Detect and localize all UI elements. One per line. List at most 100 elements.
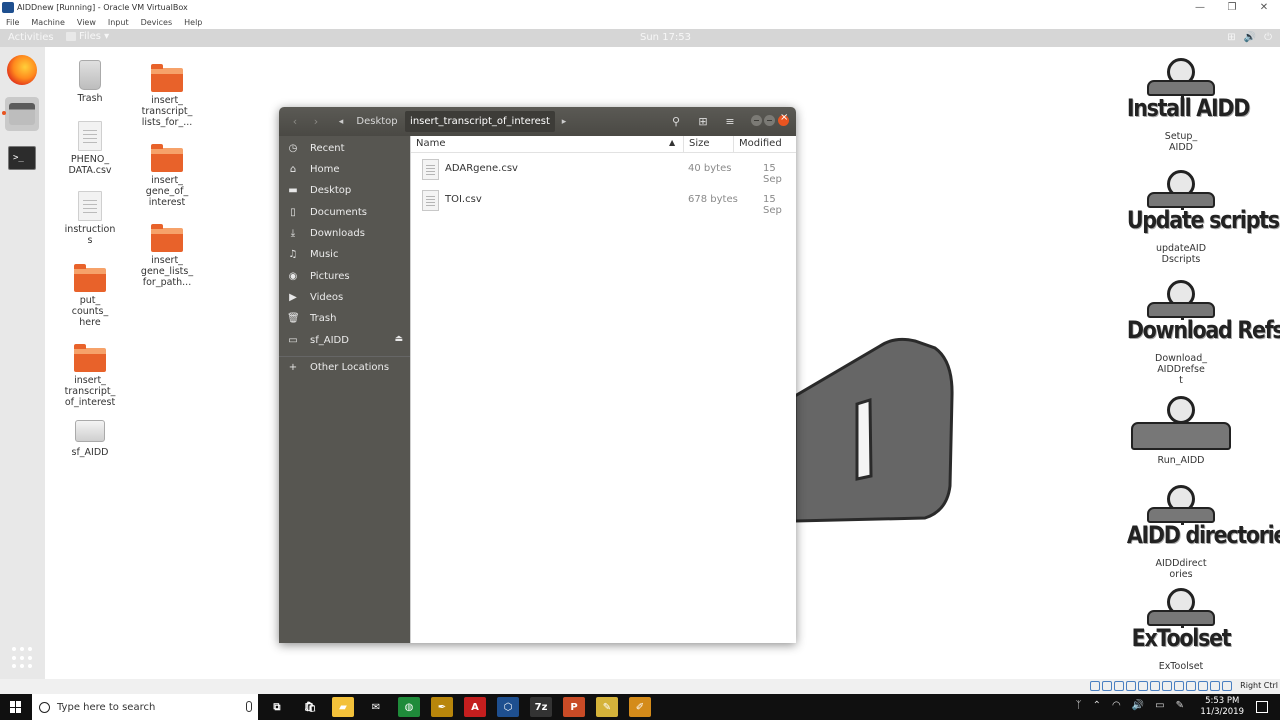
- launcher-download-refset[interactable]: Download Refset Download_ AIDDrefse t: [1118, 280, 1280, 386]
- volume-icon: 🔊: [1243, 32, 1257, 43]
- dock-files[interactable]: [2, 97, 39, 131]
- search-button[interactable]: ⚲: [665, 111, 687, 132]
- desktop-icon-label: insert_ transcript_ lists_for_...: [141, 95, 193, 128]
- pen-icon[interactable]: ✒: [431, 697, 453, 717]
- csv-file-icon: [422, 159, 439, 180]
- battery-icon[interactable]: ▭: [1155, 700, 1164, 711]
- window-maximize-button[interactable]: [764, 115, 775, 126]
- restore-button[interactable]: ❐: [1216, 0, 1248, 15]
- column-header-name[interactable]: Name: [416, 138, 446, 149]
- task-view-icon[interactable]: ⧉: [266, 697, 288, 717]
- sidebar-item-label: Documents: [310, 207, 368, 218]
- document-icon: [78, 191, 102, 221]
- sidebar-item-home[interactable]: ⌂ Home: [279, 159, 410, 180]
- sketch-icon[interactable]: ✐: [629, 697, 651, 717]
- hamburger-menu-button[interactable]: ≡: [719, 111, 741, 132]
- sidebar-item-trash[interactable]: 🗑 Trash: [279, 308, 410, 329]
- file-row[interactable]: ADARgene.csv 40 bytes 15 Sep: [411, 154, 796, 185]
- app-menu[interactable]: Files ▾: [66, 31, 109, 42]
- launcher-aidd-directories[interactable]: AIDD directories AIDDdirect ories: [1118, 485, 1280, 580]
- window-title: AIDDnew [Running] - Oracle VM VirtualBox: [17, 3, 188, 12]
- eject-icon[interactable]: ⏏: [394, 334, 403, 344]
- column-header-size[interactable]: Size: [689, 138, 710, 149]
- 7zip-icon[interactable]: 7z: [530, 697, 552, 717]
- show-applications-button[interactable]: [12, 647, 34, 669]
- desktop-icon-insert-gene-lists[interactable]: insert_ gene_lists_ for_path...: [137, 224, 197, 288]
- notification-center-icon[interactable]: [1256, 701, 1268, 713]
- desktop-icon-sf-aidd[interactable]: sf_AIDD: [60, 420, 120, 458]
- system-menu[interactable]: ⊞ 🔊 ⏻: [1227, 32, 1272, 43]
- desktop-icon-pheno-data[interactable]: PHENO_ DATA.csv: [60, 121, 120, 176]
- forward-button[interactable]: ›: [306, 111, 326, 132]
- sidebar-item-downloads[interactable]: ⤓ Downloads: [279, 223, 410, 244]
- sidebar-item-music[interactable]: ♫ Music: [279, 244, 410, 265]
- launcher-run-aidd[interactable]: Run_AIDD: [1118, 396, 1244, 466]
- trash-icon: 🗑: [287, 312, 300, 324]
- paint-icon[interactable]: ✎: [596, 697, 618, 717]
- start-button[interactable]: [0, 694, 32, 720]
- view-toggle-button[interactable]: ⊞: [692, 111, 714, 132]
- microphone-icon[interactable]: [246, 701, 252, 712]
- desktop-icon-put-counts-here[interactable]: put_ counts_ here: [60, 264, 120, 328]
- store-icon[interactable]: 🛍: [299, 697, 321, 717]
- window-close-button[interactable]: [778, 112, 789, 126]
- mail-icon[interactable]: ✉: [365, 697, 387, 717]
- wifi-icon[interactable]: ◠: [1112, 700, 1121, 711]
- desktop-icon-insert-gene-of-interest[interactable]: insert_ gene_of_ interest: [137, 144, 197, 208]
- menu-input[interactable]: Input: [108, 18, 129, 27]
- desktop-icon-insert-transcript-of-interest[interactable]: insert_ transcript_ of_interest: [60, 344, 120, 408]
- acrobat-icon[interactable]: A: [464, 697, 486, 717]
- dock-terminal[interactable]: >_: [5, 141, 39, 175]
- file-explorer-icon[interactable]: ▰: [332, 697, 354, 717]
- sidebar-item-pictures[interactable]: ◉ Pictures: [279, 266, 410, 287]
- powerpoint-icon[interactable]: P: [563, 697, 585, 717]
- sidebar-item-documents[interactable]: ▯ Documents: [279, 202, 410, 223]
- menu-help[interactable]: Help: [184, 18, 202, 27]
- volume-icon[interactable]: 🔊: [1132, 700, 1144, 711]
- menu-view[interactable]: View: [77, 18, 96, 27]
- sidebar-item-recent[interactable]: ◷ Recent: [279, 138, 410, 159]
- menu-devices[interactable]: Devices: [141, 18, 173, 27]
- sidebar-item-sf-aidd[interactable]: ▭ sf_AIDD ⏏: [279, 330, 410, 351]
- chevron-up-icon[interactable]: ⌃: [1093, 700, 1101, 711]
- launcher-setup-aidd[interactable]: Install AIDD Setup_ AIDD: [1118, 58, 1250, 153]
- dock-firefox[interactable]: [5, 53, 39, 87]
- taskbar-search[interactable]: Type here to search: [32, 694, 258, 720]
- sidebar-item-label: Trash: [310, 313, 337, 324]
- desktop-icon-label: sf_AIDD: [71, 447, 109, 458]
- back-button[interactable]: ‹: [285, 111, 305, 132]
- taskbar-clock[interactable]: 5:53 PM 11/3/2019: [1200, 696, 1244, 718]
- minimize-button[interactable]: —: [1184, 0, 1216, 15]
- search-icon: [39, 701, 50, 713]
- path-button-current[interactable]: insert_transcript_of_interest: [405, 111, 555, 132]
- desktop-icon-insert-transcript-lists[interactable]: insert_ transcript_ lists_for_...: [137, 64, 197, 128]
- sidebar-item-desktop[interactable]: ▬ Desktop: [279, 180, 410, 201]
- system-tray: ᛉ ⌃ ◠ 🔊 ▭ ✎: [1076, 700, 1184, 711]
- virtualbox-icon[interactable]: ⬡: [497, 697, 519, 717]
- sidebar-item-videos[interactable]: ▶ Videos: [279, 287, 410, 308]
- terminal-icon: >_: [8, 146, 36, 170]
- path-button-desktop[interactable]: Desktop: [350, 111, 404, 132]
- launcher-extoolset[interactable]: ExToolset ExToolset: [1118, 588, 1244, 672]
- window-minimize-button[interactable]: [751, 115, 762, 126]
- menu-machine[interactable]: Machine: [31, 18, 65, 27]
- file-row[interactable]: TOI.csv 678 bytes 15 Sep: [411, 185, 796, 216]
- menu-file[interactable]: File: [6, 18, 19, 27]
- activities-button[interactable]: Activities: [8, 32, 54, 43]
- column-header-modified[interactable]: Modified: [739, 138, 782, 149]
- chrome-icon[interactable]: ◍: [398, 697, 420, 717]
- desktop-icon-instructions[interactable]: instruction s: [60, 191, 120, 246]
- pen-icon[interactable]: ✎: [1176, 700, 1184, 711]
- sidebar-item-other-locations[interactable]: + Other Locations: [279, 357, 410, 378]
- clock[interactable]: Sun 17:53: [640, 32, 691, 43]
- desktop-icon-trash[interactable]: Trash: [60, 60, 120, 104]
- path-scroll-right-button[interactable]: ▸: [557, 111, 571, 132]
- launcher-label: AIDDdirect ories: [1155, 558, 1207, 580]
- launcher-update-scripts[interactable]: Update scripts updateAID Dscripts: [1118, 170, 1280, 265]
- device-status-icons[interactable]: [1090, 681, 1232, 691]
- people-icon[interactable]: ᛉ: [1076, 700, 1082, 711]
- plus-icon: +: [288, 361, 298, 373]
- sidebar-item-label: Other Locations: [310, 362, 390, 373]
- close-button[interactable]: ✕: [1248, 0, 1280, 15]
- path-scroll-left-button[interactable]: ◂: [334, 111, 348, 132]
